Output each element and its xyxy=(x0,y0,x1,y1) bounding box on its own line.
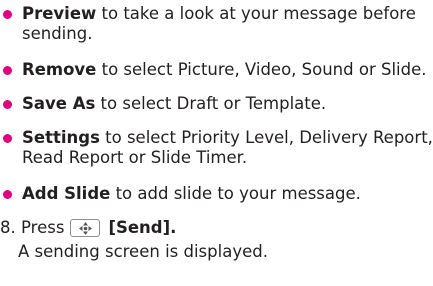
option-description: to add slide to your message. xyxy=(110,184,361,203)
step-8: 8. Press [Send]. A sending screen is dis… xyxy=(0,216,433,262)
list-item-save-as: Save As to select Draft or Template. xyxy=(0,94,433,114)
option-description: to select Picture, Video, Sound or Slide… xyxy=(96,60,427,79)
list-item-add-slide: Add Slide to add slide to your message. xyxy=(0,184,433,204)
navigation-key-glyph xyxy=(79,222,93,235)
option-term: Settings xyxy=(22,128,100,147)
send-key-label: [Send]. xyxy=(108,218,177,237)
option-term: Preview xyxy=(22,4,97,23)
step-number: 8. xyxy=(0,218,16,237)
bullet-icon xyxy=(3,10,12,19)
bullet-icon xyxy=(3,190,12,199)
navigation-key-icon xyxy=(70,219,101,237)
bullet-icon xyxy=(3,134,12,143)
step-press-label: Press xyxy=(21,218,65,237)
list-item-remove: Remove to select Picture, Video, Sound o… xyxy=(0,60,433,80)
option-term: Remove xyxy=(22,60,97,79)
option-term: Save As xyxy=(22,94,96,113)
bullet-icon xyxy=(3,100,12,109)
manual-page: Preview to take a look at your message b… xyxy=(0,0,433,286)
step-instruction: 8. Press [Send]. xyxy=(0,216,433,240)
option-term: Add Slide xyxy=(22,184,111,203)
list-item-settings: Settings to select Priority Level, Deliv… xyxy=(0,128,433,168)
option-description: to select Draft or Template. xyxy=(95,94,327,113)
step-result-note: A sending screen is displayed. xyxy=(18,242,268,261)
bullet-icon xyxy=(3,66,12,75)
list-item-preview: Preview to take a look at your message b… xyxy=(0,4,433,44)
